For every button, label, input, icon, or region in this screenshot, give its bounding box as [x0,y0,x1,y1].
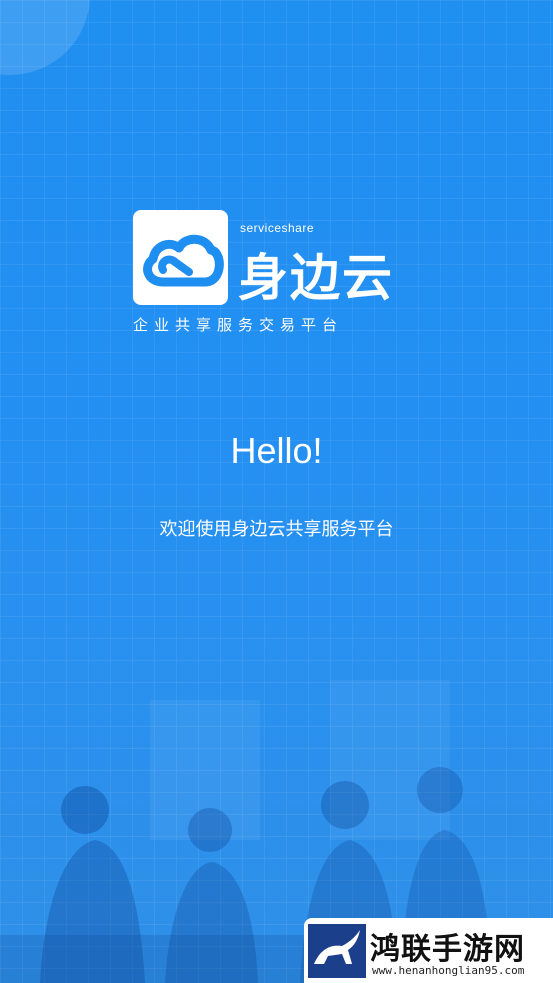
welcome-text: 欢迎使用身边云共享服务平台 [159,519,394,540]
app-logo-tile [133,210,228,305]
splash-screen: serviceshare 身边云 企业共享服务交易平台 Hello! 欢迎使用身… [0,0,553,983]
greeting-heading: Hello! [230,430,323,471]
bull-logo-icon [308,924,366,978]
watermark-name: 鸿联手游网 [370,932,525,967]
site-watermark: 鸿联手游网 www.henanhonglian95.com [304,918,553,983]
cloud-logo-icon [143,234,224,287]
watermark-url: www.henanhonglian95.com [372,964,525,977]
brand-name: 身边云 [238,249,394,307]
brand-subtitle: serviceshare [240,221,315,235]
brand-tagline: 企业共享服务交易平台 [133,316,344,334]
